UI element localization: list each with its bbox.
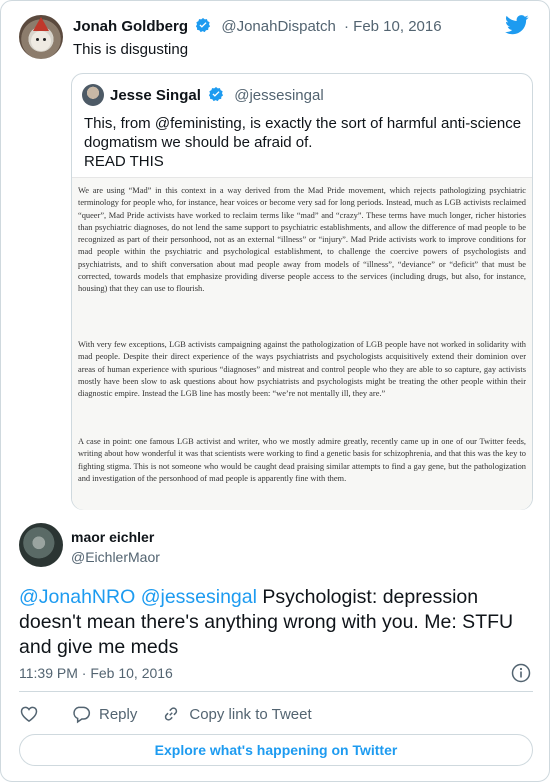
author-avatar[interactable] [19, 15, 63, 59]
reply-label: Reply [99, 705, 138, 723]
quoted-author-avatar [82, 84, 104, 106]
author-handle[interactable]: @JonahDispatch [221, 18, 335, 35]
image-paragraph: We are using “Mad” in this context in a … [78, 186, 526, 294]
reply-button[interactable]: Reply [71, 704, 137, 724]
comment-icon [73, 706, 91, 724]
quoted-text-line2: READ THIS [84, 153, 164, 170]
link-icon [165, 707, 178, 721]
quoted-screenshot-image[interactable]: We are using “Mad” in this context in a … [72, 177, 532, 510]
reply-text: @JonahNRO @jessesingal Psychologist: dep… [19, 585, 539, 660]
verified-badge-icon [196, 18, 211, 33]
image-paragraph: A case in point: one famous LGB activist… [78, 437, 526, 483]
mention-link[interactable]: @jessesingal [141, 586, 257, 608]
tweet-date[interactable]: · Feb 10, 2016 [344, 18, 442, 35]
reply-author-avatar[interactable] [19, 523, 63, 567]
quoted-tweet[interactable]: Jesse Singal @jessesingal This, from @fe… [71, 73, 533, 510]
author-name[interactable]: Jonah Goldberg [73, 18, 188, 35]
like-button[interactable] [19, 704, 47, 724]
reply-timestamp[interactable]: 11:39 PM · Feb 10, 2016 [19, 665, 173, 681]
info-icon[interactable] [511, 663, 531, 683]
verified-badge-icon [208, 87, 224, 102]
mention-link[interactable]: @JonahNRO [19, 586, 135, 608]
copy-link-button[interactable]: Copy link to Tweet [161, 704, 312, 724]
quoted-author-name: Jesse Singal [110, 87, 201, 104]
quoted-author-header: Jesse Singal @jessesingal [110, 86, 324, 104]
quoted-tweet-text: This, from @feministing, is exactly the … [84, 114, 524, 171]
quoted-text-line1: This, from @feministing, is exactly the … [84, 115, 522, 151]
reply-author-name[interactable]: maor eichler [71, 529, 154, 545]
explore-button[interactable]: Explore what's happening on Twitter [19, 734, 533, 766]
quoted-author-handle: @jessesingal [234, 87, 324, 104]
image-paragraph: With very few exceptions, LGB activists … [78, 340, 526, 399]
author-header: Jonah Goldberg @JonahDispatch · Feb 10, … [73, 17, 442, 35]
reply-author-handle[interactable]: @EichlerMaor [71, 549, 160, 565]
action-bar: Reply Copy link to Tweet [19, 703, 336, 725]
divider [19, 691, 533, 692]
tweet-text: This is disgusting [73, 41, 189, 58]
tweet-embed-card: Jonah Goldberg @JonahDispatch · Feb 10, … [0, 0, 550, 782]
twitter-bird-icon[interactable] [505, 15, 529, 35]
copy-link-label: Copy link to Tweet [189, 705, 312, 723]
heart-icon [20, 706, 38, 722]
